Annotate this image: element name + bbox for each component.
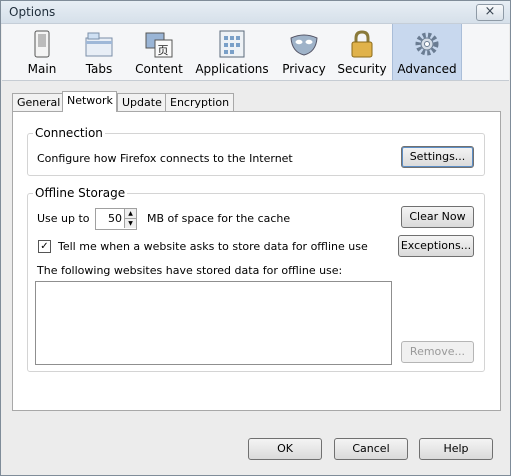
cancel-button[interactable]: Cancel xyxy=(334,438,408,460)
connection-description: Configure how Firefox connects to the In… xyxy=(37,152,293,165)
tab-encryption[interactable]: Encryption xyxy=(165,93,234,111)
pane-applications-label: Applications xyxy=(195,62,269,76)
ok-button[interactable]: OK xyxy=(248,438,322,460)
title-bar[interactable]: Options × xyxy=(1,1,510,24)
stored-sites-list[interactable] xyxy=(35,281,392,365)
tab-network[interactable]: Network xyxy=(62,91,117,112)
tab-general[interactable]: General xyxy=(12,93,64,111)
pane-content-button[interactable]: 页 Content xyxy=(130,24,188,80)
pane-advanced-label: Advanced xyxy=(397,62,457,76)
cache-suffix-label: MB of space for the cache xyxy=(147,212,291,225)
pane-advanced-button[interactable]: Advanced xyxy=(392,24,462,80)
remove-button[interactable]: Remove... xyxy=(401,341,474,363)
pane-main-label: Main xyxy=(27,62,57,76)
cache-size-stepper[interactable]: 50 ▲ ▼ xyxy=(95,208,137,230)
main-icon xyxy=(34,30,50,58)
pane-main-button[interactable]: Main xyxy=(14,24,70,80)
use-up-to-label: Use up to xyxy=(37,212,90,225)
network-panel: Connection Configure how Firefox connect… xyxy=(12,111,501,411)
offline-storage-group: Offline Storage Use up to 50 ▲ ▼ MB of s… xyxy=(27,186,485,372)
privacy-icon xyxy=(290,34,318,56)
spin-up-icon[interactable]: ▲ xyxy=(124,209,136,219)
options-window: Options × Main Tabs 页 Content Applicatio… xyxy=(0,0,511,476)
tell-me-checkbox[interactable]: ✓ xyxy=(38,240,51,253)
svg-text:页: 页 xyxy=(158,44,169,57)
pane-security-label: Security xyxy=(337,62,387,76)
close-icon: × xyxy=(484,4,496,19)
advanced-icon xyxy=(415,32,439,56)
offline-storage-group-label: Offline Storage xyxy=(33,186,128,200)
content-icon: 页 xyxy=(145,32,173,58)
help-button[interactable]: Help xyxy=(419,438,493,460)
connection-group: Connection Configure how Firefox connect… xyxy=(27,126,485,176)
tabs-icon xyxy=(85,32,113,57)
window-title: Options xyxy=(9,5,56,19)
exceptions-button[interactable]: Exceptions... xyxy=(398,235,474,257)
connection-settings-button[interactable]: Settings... xyxy=(401,146,474,168)
tab-update[interactable]: Update xyxy=(117,93,167,111)
preferences-toolbar: Main Tabs 页 Content Applications Privacy… xyxy=(2,24,509,81)
security-icon xyxy=(351,30,373,58)
pane-tabs-label: Tabs xyxy=(85,62,113,76)
stored-sites-label: The following websites have stored data … xyxy=(37,264,343,277)
checkmark-icon: ✓ xyxy=(40,241,49,252)
pane-tabs-button[interactable]: Tabs xyxy=(72,24,126,80)
clear-now-button[interactable]: Clear Now xyxy=(401,206,474,228)
cache-size-value: 50 xyxy=(108,212,122,225)
pane-privacy-label: Privacy xyxy=(282,62,326,76)
pane-security-button[interactable]: Security xyxy=(336,24,388,80)
connection-group-label: Connection xyxy=(33,126,105,140)
tell-me-label: Tell me when a website asks to store dat… xyxy=(58,240,368,253)
spin-down-icon[interactable]: ▼ xyxy=(124,219,136,228)
close-button[interactable]: × xyxy=(476,4,504,21)
pane-applications-button[interactable]: Applications xyxy=(194,24,270,80)
applications-icon xyxy=(219,30,245,58)
pane-privacy-button[interactable]: Privacy xyxy=(278,24,330,80)
pane-content-label: Content xyxy=(135,62,183,76)
